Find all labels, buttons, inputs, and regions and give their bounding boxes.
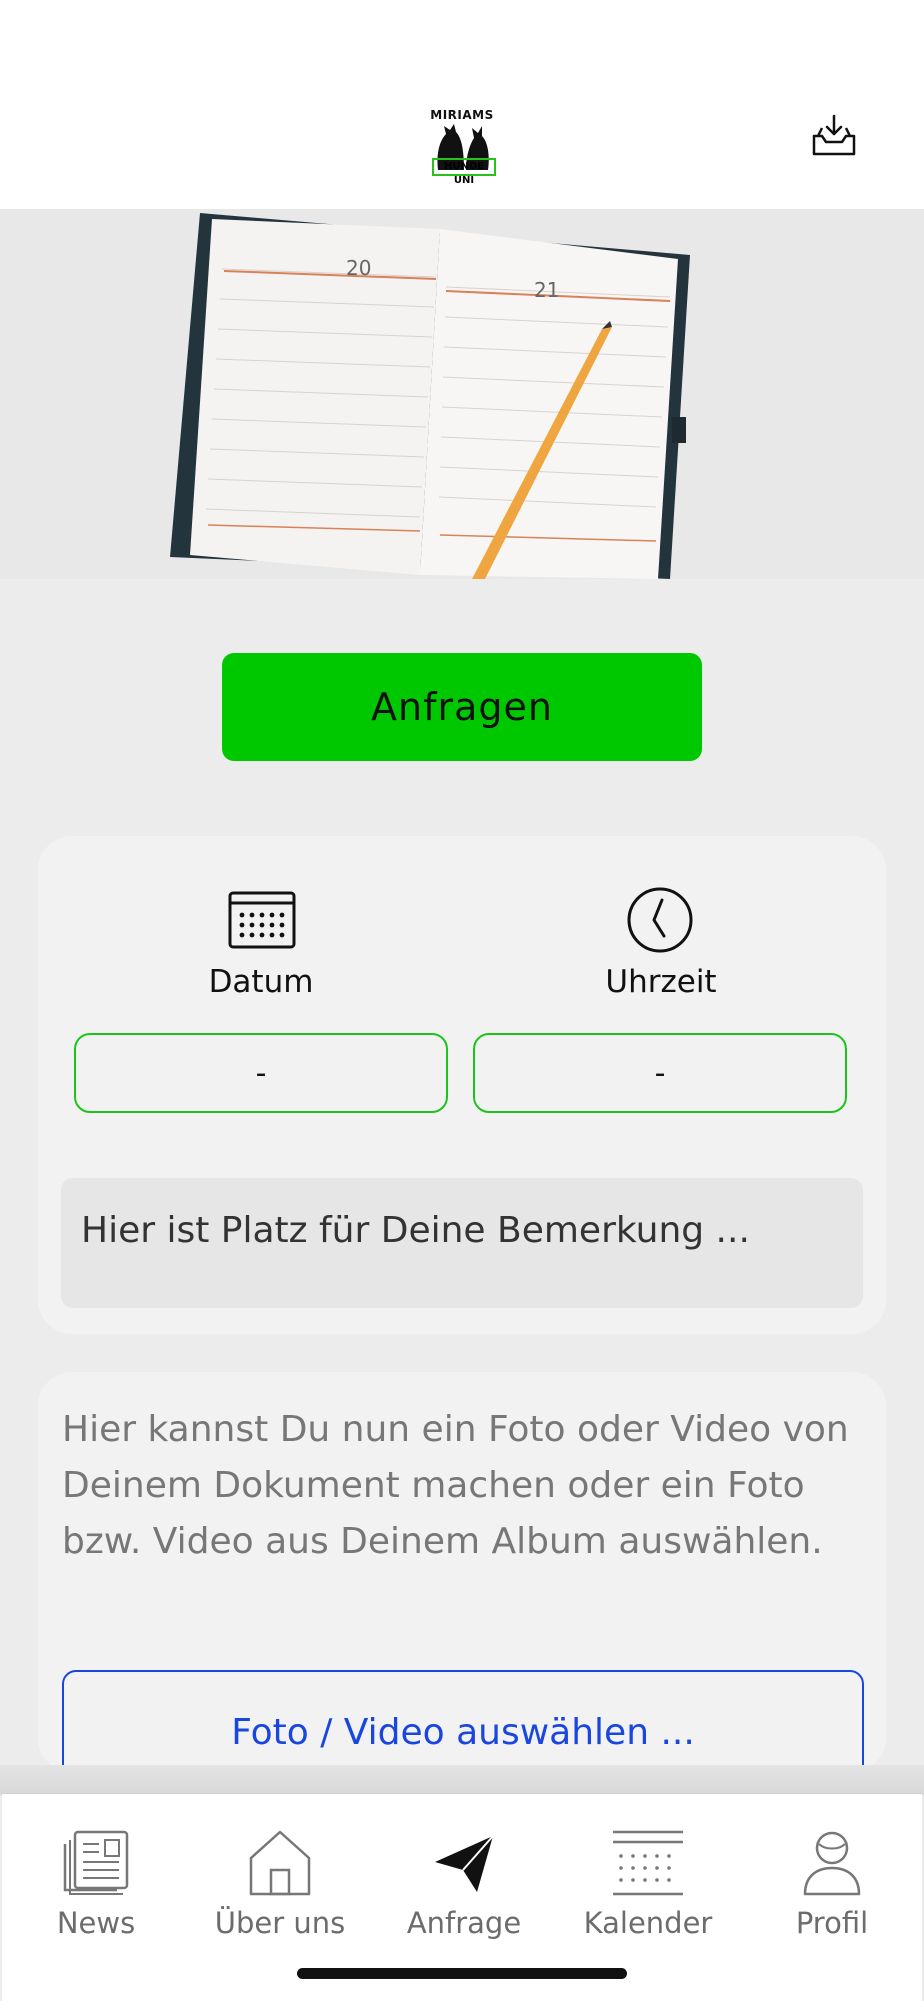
hero-image: 20 21 [0,209,924,579]
tab-profile-label: Profil [795,1906,869,1940]
tab-profile[interactable]: Profil [740,1794,924,1954]
user-icon [803,1831,861,1896]
tab-calendar-label: Kalender [583,1906,713,1940]
tab-request-label: Anfrage [406,1906,522,1940]
date-label: Datum [208,964,314,1000]
media-card: Hier kannst Du nun ein Foto oder Video v… [38,1372,886,1794]
inbox-download-icon[interactable] [810,112,858,160]
time-label: Uhrzeit [605,964,717,1000]
tab-news[interactable]: News [4,1794,188,1954]
tab-about[interactable]: Über uns [188,1794,372,1954]
time-field[interactable]: - [473,1033,847,1113]
paper-plane-icon [435,1835,494,1892]
page-number-right: 21 [534,278,559,302]
remark-input[interactable]: Hier ist Platz für Deine Bemerkung ... [61,1178,863,1308]
request-button[interactable]: Anfragen [222,653,702,761]
media-description: Hier kannst Du nun ein Foto oder Video v… [62,1409,849,1562]
tab-request[interactable]: Anfrage [372,1794,556,1954]
notebook-illustration: 20 21 [0,209,924,579]
newspaper-icon [63,1830,129,1895]
home-indicator [297,1968,627,1979]
tab-news-label: News [56,1906,136,1940]
remark-placeholder: Hier ist Platz für Deine Bemerkung ... [81,1210,750,1251]
page-number-left: 20 [346,256,371,280]
app-header: MIRIAMS HUNDE UNI [0,0,924,209]
tab-about-label: Über uns [214,1906,346,1940]
app-logo: MIRIAMS HUNDE UNI [424,108,500,186]
logo-subtitle: HUNDE UNI [432,158,496,186]
house-icon [249,1830,311,1896]
clock-icon [627,887,693,953]
date-field[interactable]: - [74,1033,448,1113]
tab-calendar[interactable]: Kalender [556,1794,740,1954]
calendar-icon [613,1830,683,1896]
calendar-icon [228,891,296,949]
tabbar-shadow [0,1765,924,1795]
